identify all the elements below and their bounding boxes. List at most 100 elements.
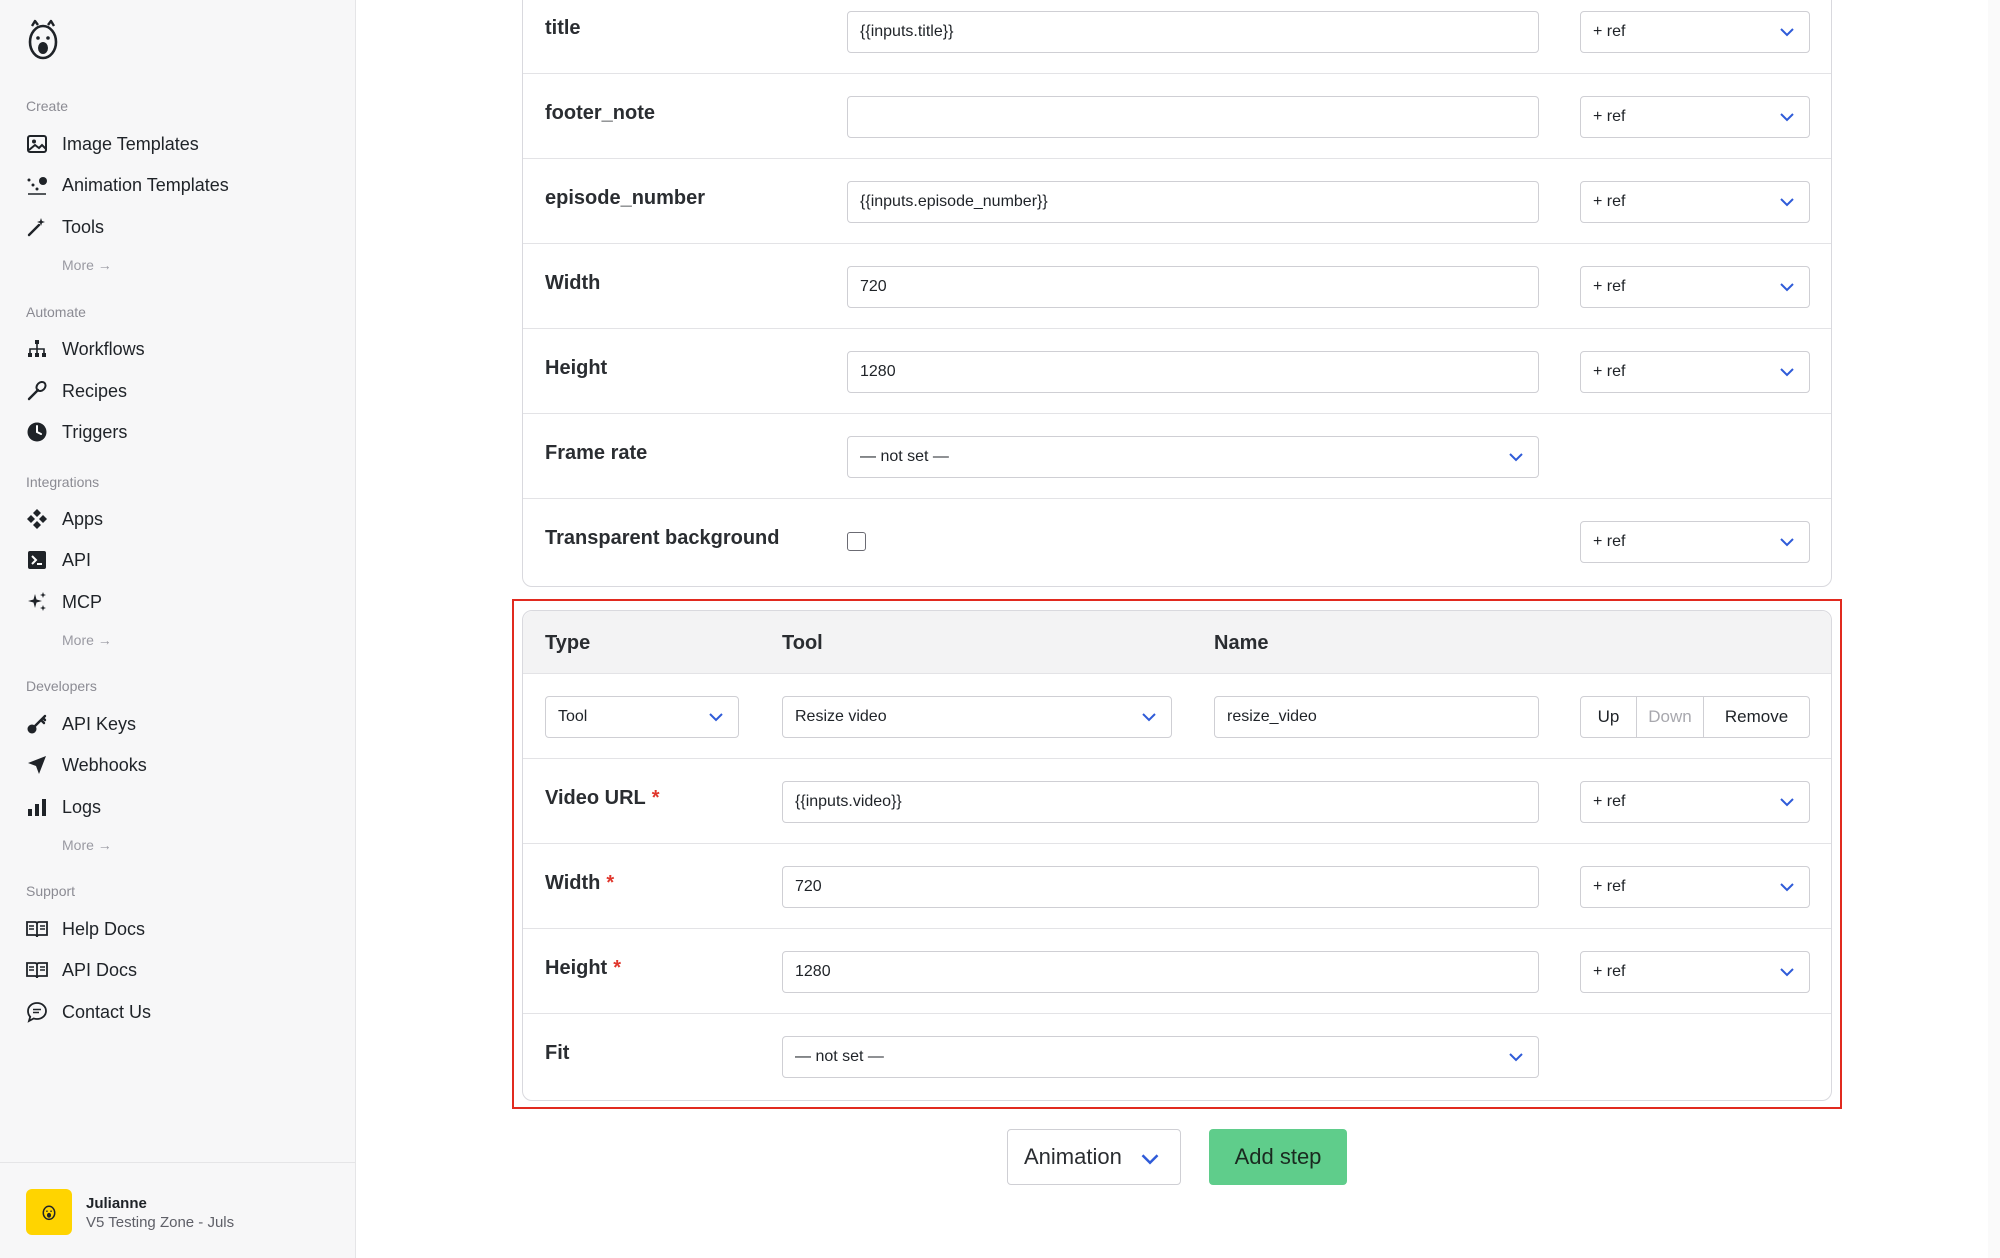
chevron-down-icon xyxy=(1509,453,1523,462)
ref-select[interactable]: + ref xyxy=(1580,866,1810,908)
chat-bubble-icon xyxy=(26,1001,48,1023)
ref-select[interactable]: + ref xyxy=(1580,781,1810,823)
field-row-width: Width 720 + ref xyxy=(523,244,1831,329)
book-icon xyxy=(26,918,48,940)
sidebar-item-animation-templates[interactable]: Animation Templates xyxy=(26,169,229,201)
height-input[interactable]: 1280 xyxy=(847,351,1539,393)
width-input[interactable]: 720 xyxy=(782,866,1539,908)
clock-icon xyxy=(26,421,48,443)
chevron-down-icon xyxy=(1141,1154,1159,1165)
field-label: title xyxy=(545,17,581,39)
width-input[interactable]: 720 xyxy=(847,266,1539,308)
add-step-button[interactable]: Add step xyxy=(1209,1129,1347,1185)
sidebar-item-contact-us[interactable]: Contact Us xyxy=(26,996,151,1028)
field-label: Height xyxy=(545,357,608,379)
ref-select[interactable]: + ref xyxy=(1580,951,1810,993)
sidebar-item-help-docs[interactable]: Help Docs xyxy=(26,913,145,945)
sidebar-item-label: Triggers xyxy=(62,421,128,442)
ref-select[interactable]: + ref xyxy=(1580,266,1810,308)
field-row-video-url: Video URL * {{inputs.video}} + ref xyxy=(523,759,1831,844)
ref-label: + ref xyxy=(1593,963,1626,980)
transparent-background-checkbox[interactable] xyxy=(847,532,866,551)
height-input[interactable]: 1280 xyxy=(782,951,1539,993)
key-icon xyxy=(26,713,48,735)
field-row-fit: Fit — not set — xyxy=(523,1014,1831,1099)
title-input[interactable]: {{inputs.title}} xyxy=(847,11,1539,53)
chevron-down-icon xyxy=(1780,798,1794,807)
ref-select[interactable]: + ref xyxy=(1580,11,1810,53)
sidebar-item-mcp[interactable]: MCP xyxy=(26,586,102,618)
sidebar-item-recipes[interactable]: Recipes xyxy=(26,375,127,407)
field-row-transparent-background: Transparent background + ref xyxy=(523,499,1831,584)
more-link-create[interactable]: More → xyxy=(62,257,112,273)
section-label-support: Support xyxy=(26,883,76,899)
sidebar-item-image-templates[interactable]: Image Templates xyxy=(26,128,199,160)
ref-select[interactable]: + ref xyxy=(1580,96,1810,138)
step-actions: Up Down Remove xyxy=(1580,696,1810,738)
required-marker: * xyxy=(606,872,615,894)
sidebar-item-api-docs[interactable]: API Docs xyxy=(26,954,137,986)
field-row-height: Height * 1280 + ref xyxy=(523,929,1831,1014)
header-tool: Tool xyxy=(782,632,823,654)
fit-value: — not set — xyxy=(795,1048,884,1065)
section-label-integrations: Integrations xyxy=(26,474,100,490)
ref-label: + ref xyxy=(1593,23,1626,40)
section-label-create: Create xyxy=(26,98,69,114)
field-label: Video URL * xyxy=(545,787,660,810)
field-row-frame-rate: Frame rate — not set — xyxy=(523,414,1831,499)
sidebar-item-logs[interactable]: Logs xyxy=(26,791,101,823)
fit-select[interactable]: — not set — xyxy=(782,1036,1539,1078)
field-row-height: Height 1280 + ref xyxy=(523,329,1831,414)
tool-select[interactable]: Resize video xyxy=(782,696,1172,738)
remove-step-button[interactable]: Remove xyxy=(1703,697,1809,737)
step-kind-select[interactable]: Animation xyxy=(1007,1129,1181,1185)
ref-select[interactable]: + ref xyxy=(1580,521,1810,563)
field-row-footer-note: footer_note + ref xyxy=(523,74,1831,159)
footer-note-input[interactable] xyxy=(847,96,1539,138)
ref-label: + ref xyxy=(1593,108,1626,125)
type-select[interactable]: Tool xyxy=(545,696,739,738)
sidebar-item-workflows[interactable]: Workflows xyxy=(26,333,145,365)
chevron-down-icon xyxy=(1509,1053,1523,1062)
chevron-down-icon xyxy=(1780,198,1794,207)
sidebar-item-api-keys[interactable]: API Keys xyxy=(26,708,136,740)
ref-label: + ref xyxy=(1593,193,1626,210)
chevron-down-icon xyxy=(1780,28,1794,37)
sidebar-item-triggers[interactable]: Triggers xyxy=(26,416,127,448)
step-config-row: Tool Resize video resize_video Up Down R… xyxy=(523,674,1831,759)
sidebar-item-tools[interactable]: Tools xyxy=(26,211,104,243)
frame-rate-select[interactable]: — not set — xyxy=(847,436,1539,478)
chevron-down-icon xyxy=(1780,113,1794,122)
scrollbar[interactable] xyxy=(1988,0,2000,1258)
step-header: Type Tool Name xyxy=(523,611,1831,674)
sidebar-item-label: API xyxy=(62,549,92,570)
sidebar-item-webhooks[interactable]: Webhooks xyxy=(26,749,147,781)
user-account[interactable]: Julianne V5 Testing Zone - Juls xyxy=(0,1162,356,1258)
video-url-input[interactable]: {{inputs.video}} xyxy=(782,781,1539,823)
sidebar-item-apps[interactable]: Apps xyxy=(26,503,103,535)
ref-select[interactable]: + ref xyxy=(1580,351,1810,393)
move-up-button[interactable]: Up xyxy=(1581,697,1637,737)
sidebar-item-label: API Keys xyxy=(62,713,137,734)
section-label-developers: Developers xyxy=(26,678,97,694)
more-link-integrations[interactable]: More → xyxy=(62,632,112,648)
ref-label: + ref xyxy=(1593,878,1626,895)
more-link-developers[interactable]: More → xyxy=(62,837,112,853)
workflow-icon xyxy=(26,338,48,360)
chevron-down-icon xyxy=(1142,713,1156,722)
ref-select[interactable]: + ref xyxy=(1580,181,1810,223)
sidebar-item-api[interactable]: API xyxy=(26,544,91,576)
sidebar-item-label: Workflows xyxy=(62,338,145,359)
step-name-input[interactable]: resize_video xyxy=(1214,696,1539,738)
ref-label: + ref xyxy=(1593,533,1626,550)
chevron-down-icon xyxy=(1780,283,1794,292)
move-down-button[interactable]: Down xyxy=(1637,697,1703,737)
ref-label: + ref xyxy=(1593,793,1626,810)
chevron-down-icon xyxy=(1780,538,1794,547)
episode-number-input[interactable]: {{inputs.episode_number}} xyxy=(847,181,1539,223)
sidebar-item-label: API Docs xyxy=(62,959,138,980)
bear-logo-icon[interactable] xyxy=(26,18,60,62)
section-label-automate: Automate xyxy=(26,304,86,320)
bar-chart-icon xyxy=(26,796,48,818)
type-value: Tool xyxy=(558,708,588,725)
